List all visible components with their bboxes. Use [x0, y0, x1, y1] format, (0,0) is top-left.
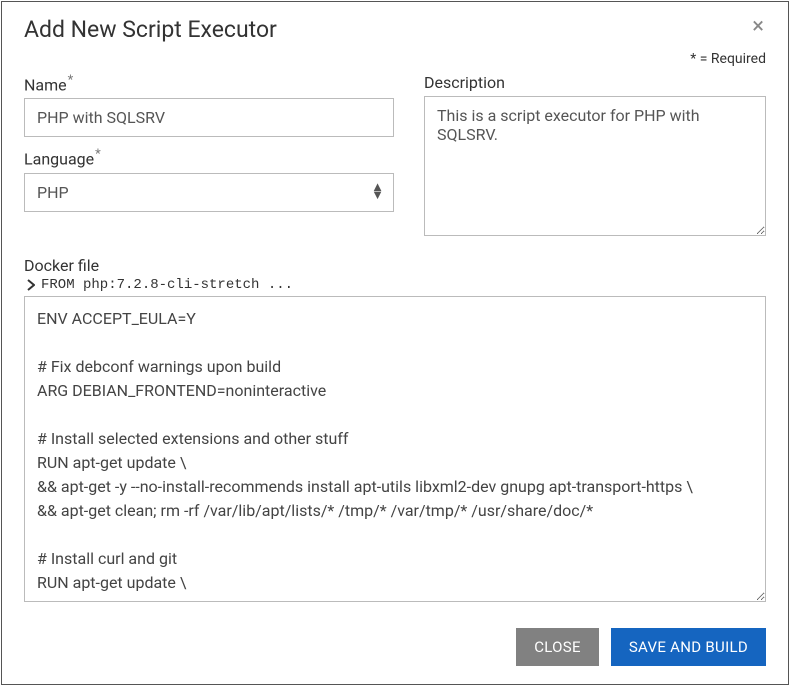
language-select[interactable]: PHP: [24, 173, 394, 212]
required-asterisk: *: [68, 73, 74, 88]
form-row-top: Name* Language* PHP ▲▼ Description: [24, 73, 766, 246]
name-field-group: Name*: [24, 73, 394, 137]
language-field-group: Language* PHP ▲▼: [24, 147, 394, 211]
dockerfile-preview-text: FROM php:7.2.8-cli-stretch ...: [41, 277, 293, 293]
language-label-text: Language: [24, 150, 94, 169]
language-label: Language*: [24, 147, 394, 168]
dockerfile-section: Docker file FROM php:7.2.8-cli-stretch .…: [24, 256, 766, 602]
form-col-left: Name* Language* PHP ▲▼: [24, 73, 394, 246]
name-label: Name*: [24, 73, 394, 94]
modal-title: Add New Script Executor: [24, 16, 277, 43]
form-col-right: Description: [424, 73, 766, 246]
add-script-executor-modal: Add New Script Executor × * = Required N…: [1, 1, 789, 685]
name-label-text: Name: [24, 75, 67, 94]
chevron-right-icon[interactable]: [24, 278, 38, 292]
dockerfile-label: Docker file: [24, 256, 766, 275]
close-icon[interactable]: ×: [750, 16, 766, 38]
required-note: * = Required: [24, 51, 766, 67]
modal-footer: CLOSE SAVE AND BUILD: [24, 628, 766, 666]
dockerfile-textarea[interactable]: [24, 296, 766, 602]
language-select-wrapper: PHP ▲▼: [24, 173, 394, 212]
description-textarea[interactable]: [424, 96, 766, 236]
required-asterisk: *: [95, 147, 101, 162]
name-input[interactable]: [24, 98, 394, 137]
modal-header: Add New Script Executor ×: [24, 16, 766, 43]
dockerfile-collapse-row: FROM php:7.2.8-cli-stretch ...: [24, 277, 766, 293]
description-field-group: Description: [424, 73, 766, 236]
save-and-build-button[interactable]: SAVE AND BUILD: [611, 628, 766, 666]
description-label: Description: [424, 73, 766, 92]
close-button[interactable]: CLOSE: [516, 628, 599, 666]
